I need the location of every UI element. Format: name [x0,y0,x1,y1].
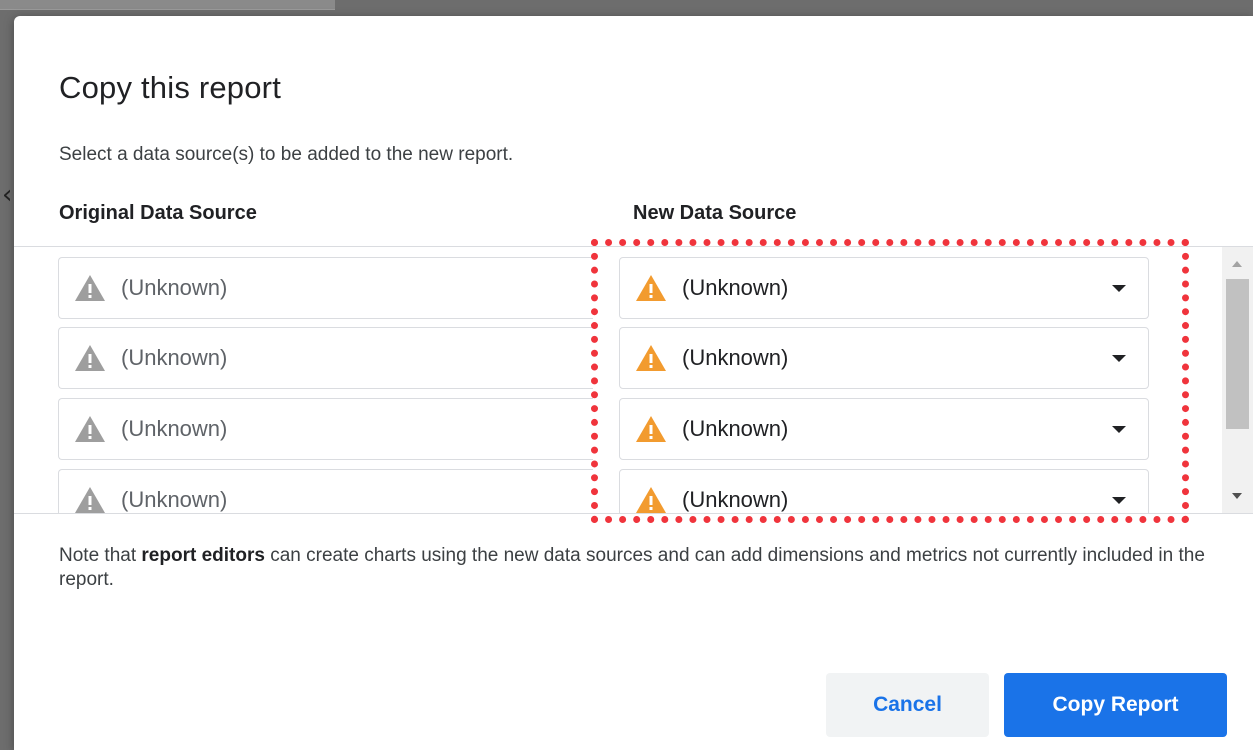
original-data-source-label: (Unknown) [121,416,228,441]
original-data-source-label: (Unknown) [121,345,228,370]
original-data-source-header: Original Data Source [59,202,257,224]
back-chevron-icon: ‹ [2,180,13,210]
chevron-down-icon[interactable] [1112,355,1126,362]
cancel-button[interactable]: Cancel [826,673,989,737]
new-data-source-dropdown[interactable]: (Unknown) [619,257,1149,319]
new-data-source-header: New Data Source [633,202,797,224]
chevron-down-icon[interactable] [1112,285,1126,292]
note-bold-text: report editors [141,545,265,566]
original-data-source-label: (Unknown) [121,487,228,512]
chevron-down-icon[interactable] [1112,497,1126,504]
dialog-title: Copy this report [59,70,282,105]
new-data-source-label: (Unknown) [682,416,789,441]
original-data-source-field: (Unknown) [58,257,593,319]
new-data-source-dropdown[interactable]: (Unknown) [619,469,1149,513]
original-data-source-field: (Unknown) [58,398,593,460]
new-data-source-dropdown[interactable]: (Unknown) [619,327,1149,389]
warning-icon [75,487,105,513]
warning-icon [636,275,666,301]
data-source-row: (Unknown) (Unknown) [14,327,1214,389]
warning-icon [75,345,105,371]
warning-icon [75,275,105,301]
warning-icon [636,345,666,371]
note-prefix: Note that [59,545,142,566]
original-data-source-field: (Unknown) [58,469,593,513]
new-data-source-dropdown[interactable]: (Unknown) [619,398,1149,460]
copy-report-button[interactable]: Copy Report [1004,673,1227,737]
original-data-source-field: (Unknown) [58,327,593,389]
new-data-source-label: (Unknown) [682,275,789,300]
list-scrollbar[interactable] [1222,247,1253,513]
scrollbar-thumb[interactable] [1226,279,1249,429]
original-data-source-label: (Unknown) [121,275,228,300]
warning-icon [636,416,666,442]
warning-icon [75,416,105,442]
report-editors-note: Note that report editors can create char… [59,544,1209,592]
copy-report-dialog: Copy this report Select a data source(s)… [14,16,1253,750]
data-source-row: (Unknown) (Unknown) [14,469,1214,513]
data-source-row: (Unknown) (Unknown) [14,398,1214,460]
chevron-down-icon[interactable] [1112,426,1126,433]
scroll-down-arrow-icon[interactable] [1232,493,1242,499]
new-data-source-label: (Unknown) [682,487,789,512]
scroll-up-arrow-icon[interactable] [1232,261,1242,267]
data-source-row: (Unknown) (Unknown) [14,257,1214,319]
background-toolbar [0,0,335,10]
dialog-subtitle: Select a data source(s) to be added to t… [59,144,514,165]
new-data-source-label: (Unknown) [682,345,789,370]
data-source-list: (Unknown) (Unknown) (Unknown) (Unknown) … [14,246,1253,514]
warning-icon [636,487,666,513]
